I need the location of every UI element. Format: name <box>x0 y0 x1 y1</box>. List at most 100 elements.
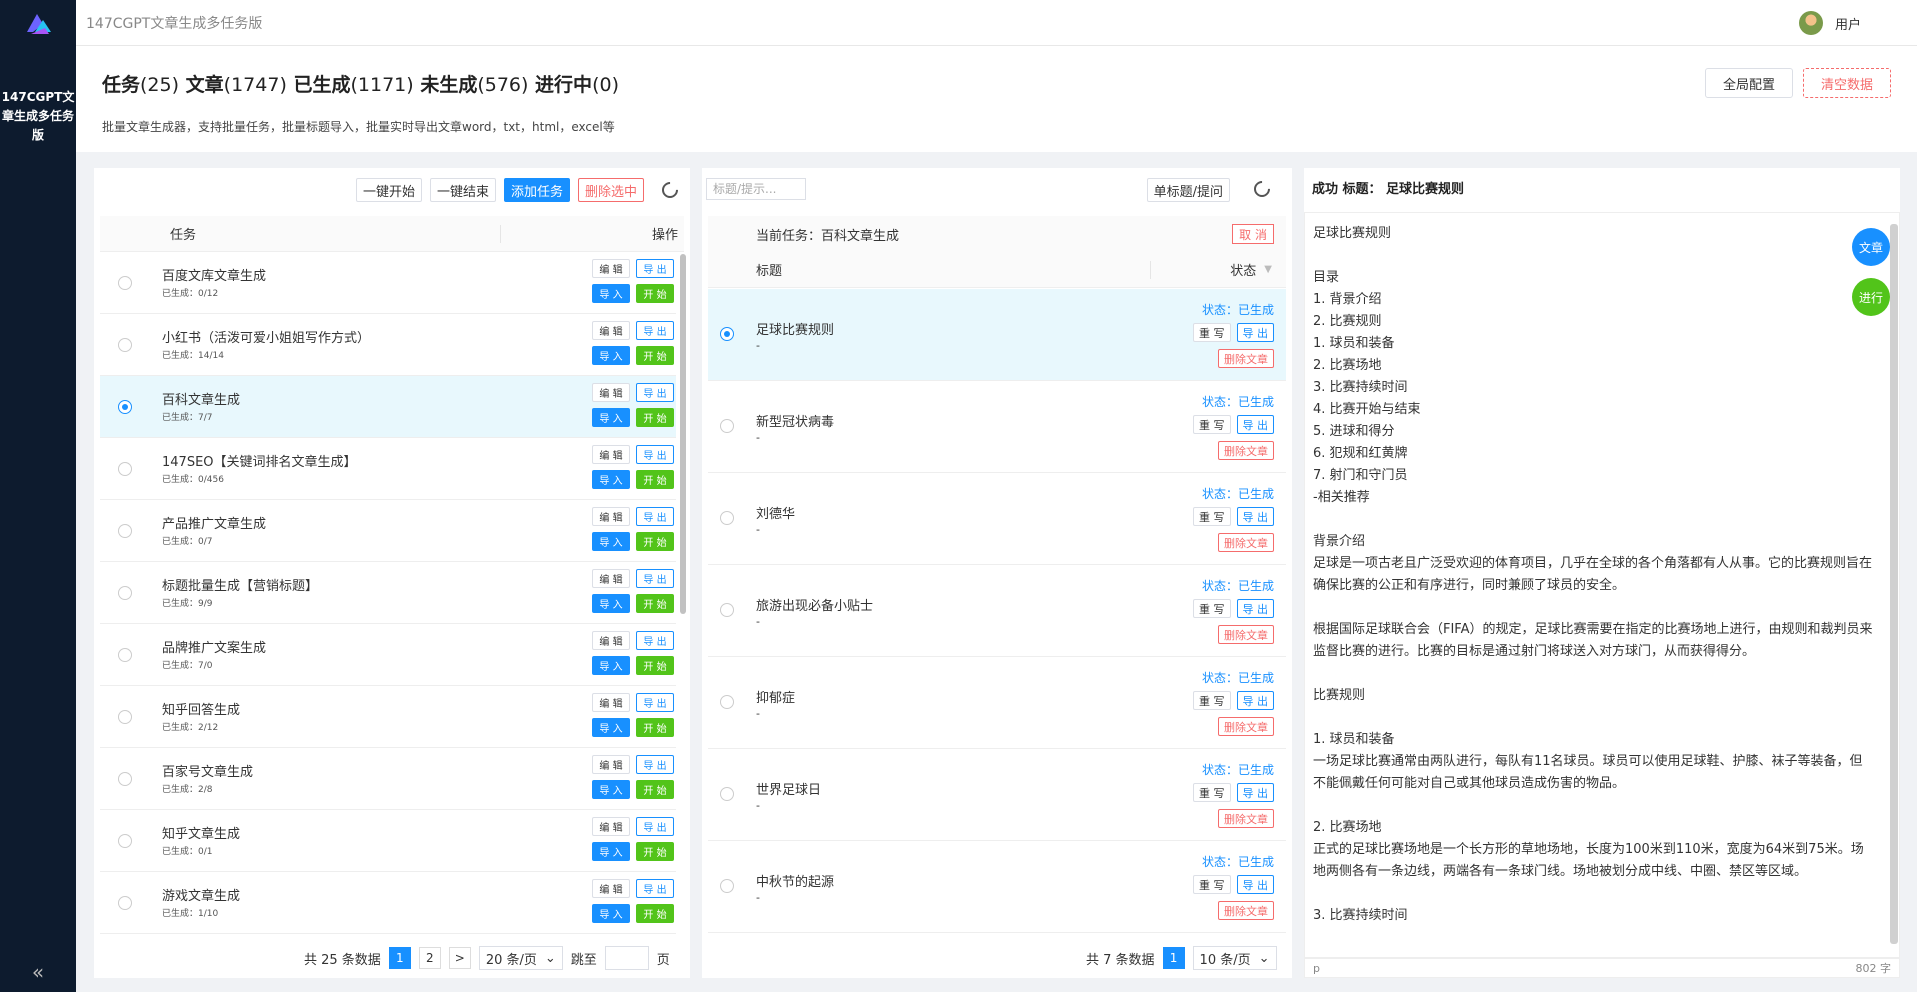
import-button[interactable]: 导 入 <box>592 408 630 427</box>
filter-icon[interactable]: ▼ <box>1264 264 1272 275</box>
row-radio[interactable] <box>118 338 132 352</box>
edit-button[interactable]: 编 辑 <box>592 507 630 526</box>
start-button[interactable]: 开 始 <box>636 656 674 675</box>
task-row[interactable]: 知乎文章生成 已生成：0/1 编 辑导 出导 入开 始 <box>100 810 676 872</box>
import-button[interactable]: 导 入 <box>592 284 630 303</box>
export-button[interactable]: 导 出 <box>636 383 674 402</box>
article-row[interactable]: 旅游出现必备小贴士 - 状态：已生成重 写导 出删除文章 <box>708 565 1286 657</box>
row-radio[interactable] <box>118 834 132 848</box>
delete-article-button[interactable]: 删除文章 <box>1218 901 1274 920</box>
article-row[interactable]: 世界足球日 - 状态：已生成重 写导 出删除文章 <box>708 749 1286 841</box>
edit-button[interactable]: 编 辑 <box>592 321 630 340</box>
export-button[interactable]: 导 出 <box>1236 323 1274 342</box>
refresh-icon[interactable] <box>1250 177 1274 201</box>
delete-article-button[interactable]: 删除文章 <box>1218 349 1274 368</box>
export-button[interactable]: 导 出 <box>636 631 674 650</box>
row-radio[interactable] <box>720 879 734 893</box>
row-radio[interactable] <box>118 710 132 724</box>
row-radio[interactable] <box>720 419 734 433</box>
per-page-select[interactable]: 10 条/页 ⌄ <box>1192 946 1277 970</box>
collapse-icon[interactable]: « <box>0 960 76 984</box>
article-float-button[interactable]: 文章 <box>1852 228 1890 266</box>
task-row[interactable]: 百度文库文章生成 已生成：0/12 编 辑导 出导 入开 始 <box>100 252 676 314</box>
row-radio[interactable] <box>720 695 734 709</box>
start-button[interactable]: 开 始 <box>636 284 674 303</box>
edit-button[interactable]: 编 辑 <box>592 569 630 588</box>
end-all-button[interactable]: 一键结束 <box>429 178 496 202</box>
article-row[interactable]: 抑郁症 - 状态：已生成重 写导 出删除文章 <box>708 657 1286 749</box>
article-content[interactable]: 足球比赛规则 目录 1. 背景介绍 2. 比赛规则 1. 球员和装备 2. 比赛… <box>1304 212 1900 958</box>
global-config-button[interactable]: 全局配置 <box>1705 68 1793 98</box>
import-button[interactable]: 导 入 <box>592 656 630 675</box>
export-button[interactable]: 导 出 <box>636 507 674 526</box>
page-1[interactable]: 1 <box>388 947 411 969</box>
start-button[interactable]: 开 始 <box>636 904 674 923</box>
export-button[interactable]: 导 出 <box>636 321 674 340</box>
import-button[interactable]: 导 入 <box>592 346 630 365</box>
import-button[interactable]: 导 入 <box>592 718 630 737</box>
start-button[interactable]: 开 始 <box>636 594 674 613</box>
import-button[interactable]: 导 入 <box>592 780 630 799</box>
export-button[interactable]: 导 出 <box>1236 875 1274 894</box>
start-button[interactable]: 开 始 <box>636 346 674 365</box>
task-row[interactable]: 游戏文章生成 已生成：1/10 编 辑导 出导 入开 始 <box>100 872 676 934</box>
export-button[interactable]: 导 出 <box>636 879 674 898</box>
start-button[interactable]: 开 始 <box>636 718 674 737</box>
task-row[interactable]: 小红书（活泼可爱小姐姐写作方式） 已生成：14/14 编 辑导 出导 入开 始 <box>100 314 676 376</box>
user-name[interactable]: 用户 <box>1835 14 1861 33</box>
row-radio[interactable] <box>118 400 132 414</box>
start-button[interactable]: 开 始 <box>636 780 674 799</box>
delete-article-button[interactable]: 删除文章 <box>1218 625 1274 644</box>
export-button[interactable]: 导 出 <box>636 755 674 774</box>
progress-float-button[interactable]: 进行 <box>1852 278 1890 316</box>
clear-data-button[interactable]: 清空数据 <box>1803 68 1891 98</box>
jump-input[interactable] <box>604 946 649 970</box>
rewrite-button[interactable]: 重 写 <box>1193 691 1231 710</box>
import-button[interactable]: 导 入 <box>592 904 630 923</box>
edit-button[interactable]: 编 辑 <box>592 817 630 836</box>
single-title-button[interactable]: 单标题/提问 <box>1146 178 1230 202</box>
row-radio[interactable] <box>118 276 132 290</box>
rewrite-button[interactable]: 重 写 <box>1193 415 1231 434</box>
row-radio[interactable] <box>720 327 734 341</box>
article-row[interactable]: 新型冠状病毒 - 状态：已生成重 写导 出删除文章 <box>708 381 1286 473</box>
task-row[interactable]: 标题批量生成【营销标题】 已生成：9/9 编 辑导 出导 入开 始 <box>100 562 676 624</box>
import-button[interactable]: 导 入 <box>592 842 630 861</box>
import-button[interactable]: 导 入 <box>592 594 630 613</box>
edit-button[interactable]: 编 辑 <box>592 259 630 278</box>
sidebar-title[interactable]: 147CGPT文章生成多任务版 <box>0 88 76 145</box>
start-all-button[interactable]: 一键开始 <box>355 178 422 202</box>
row-radio[interactable] <box>118 586 132 600</box>
export-button[interactable]: 导 出 <box>1236 783 1274 802</box>
row-radio[interactable] <box>118 648 132 662</box>
row-radio[interactable] <box>720 787 734 801</box>
delete-article-button[interactable]: 删除文章 <box>1218 441 1274 460</box>
import-button[interactable]: 导 入 <box>592 470 630 489</box>
start-button[interactable]: 开 始 <box>636 408 674 427</box>
tasks-scrollbar[interactable] <box>680 254 686 614</box>
export-button[interactable]: 导 出 <box>1236 415 1274 434</box>
export-button[interactable]: 导 出 <box>1236 691 1274 710</box>
edit-button[interactable]: 编 辑 <box>592 383 630 402</box>
start-button[interactable]: 开 始 <box>636 470 674 489</box>
page-2[interactable]: 2 <box>418 947 441 969</box>
export-button[interactable]: 导 出 <box>636 693 674 712</box>
content-scrollbar[interactable] <box>1890 224 1898 944</box>
row-radio[interactable] <box>118 524 132 538</box>
article-row[interactable]: 刘德华 - 状态：已生成重 写导 出删除文章 <box>708 473 1286 565</box>
cancel-button[interactable]: 取 消 <box>1232 224 1274 244</box>
row-radio[interactable] <box>720 511 734 525</box>
avatar[interactable] <box>1798 11 1823 35</box>
task-row[interactable]: 147SEO【关键词排名文章生成】 已生成：0/456 编 辑导 出导 入开 始 <box>100 438 676 500</box>
export-button[interactable]: 导 出 <box>636 569 674 588</box>
task-row[interactable]: 品牌推广文案生成 已生成：7/0 编 辑导 出导 入开 始 <box>100 624 676 686</box>
start-button[interactable]: 开 始 <box>636 842 674 861</box>
export-button[interactable]: 导 出 <box>636 445 674 464</box>
rewrite-button[interactable]: 重 写 <box>1193 783 1231 802</box>
edit-button[interactable]: 编 辑 <box>592 693 630 712</box>
delete-article-button[interactable]: 删除文章 <box>1218 717 1274 736</box>
row-radio[interactable] <box>720 603 734 617</box>
next-page-button[interactable]: > <box>448 947 471 969</box>
rewrite-button[interactable]: 重 写 <box>1193 875 1231 894</box>
refresh-icon[interactable] <box>658 178 682 202</box>
